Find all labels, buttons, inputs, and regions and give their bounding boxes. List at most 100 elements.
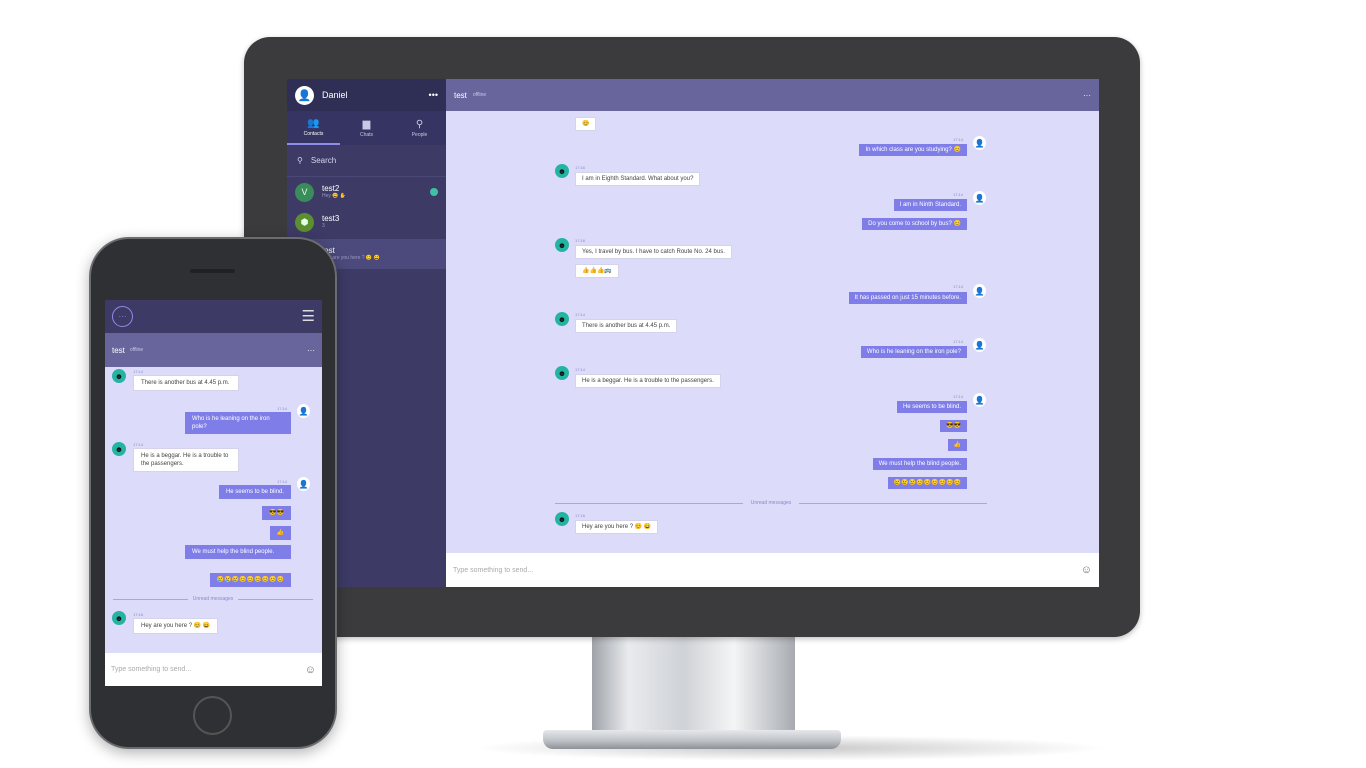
- emoji-icon[interactable]: ☺: [1081, 564, 1092, 576]
- chat-panel: test offline ··· 😊 17:14 👤 In which clas…: [446, 79, 1099, 587]
- message: He seems to be blind.: [218, 485, 291, 500]
- avatar: ☻: [555, 512, 569, 526]
- chat-header: test offline ···: [446, 79, 1099, 111]
- contact-item-test3[interactable]: ⬢ test3 3: [287, 207, 446, 237]
- message: We must help the blind people.: [872, 458, 967, 470]
- message-time: 17:14: [953, 394, 964, 399]
- mobile-message-input[interactable]: Type something to send... ☺: [105, 653, 322, 686]
- avatar: ☻: [112, 369, 126, 383]
- user-name: Daniel: [322, 90, 348, 100]
- contact-preview: Hey 😄 ✋: [322, 192, 347, 199]
- more-horizontal-icon[interactable]: •••: [429, 90, 438, 100]
- message-input[interactable]: Type something to send... ☺: [446, 553, 1099, 587]
- unread-label: Unread messages: [750, 500, 792, 506]
- avatar: 👤: [973, 338, 986, 352]
- message-text: Hey are you here ? 😊 😄: [575, 520, 659, 534]
- message: Do you come to school by bus? 😊: [862, 218, 967, 230]
- contact-item-test2[interactable]: V test2 Hey 😄 ✋: [287, 177, 446, 207]
- chat-contact-name: test: [454, 90, 467, 100]
- message-text: I am in Ninth Standard.: [893, 199, 967, 211]
- message-text: He seems to be blind.: [218, 485, 291, 500]
- message-text: Hey are you here ? 😊 😄: [133, 618, 219, 635]
- message: 😊: [575, 117, 597, 131]
- unread-divider: Unread messages: [555, 500, 988, 506]
- avatar: 👤: [973, 136, 986, 150]
- message-time: 17:14: [277, 406, 288, 411]
- message: Hey are you here ? 😊 😄: [133, 618, 219, 635]
- input-placeholder: Type something to send...: [111, 666, 192, 673]
- message: Hey are you here ? 😊 😄: [575, 520, 659, 534]
- user-avatar[interactable]: 👤: [295, 85, 314, 105]
- message: Yes, I travel by bus. I have to catch Ro…: [575, 245, 732, 259]
- message: 😎😎: [262, 506, 291, 521]
- message-text: We must help the blind people.: [872, 458, 967, 470]
- unread-label: Unread messages: [192, 596, 234, 602]
- message-text: 😎😎: [940, 420, 967, 432]
- avatar: 👤: [297, 477, 310, 491]
- chat-bubble-icon: ▆: [362, 118, 371, 130]
- message-time: 17:14: [953, 192, 964, 197]
- input-placeholder: Type something to send...: [453, 566, 534, 574]
- message-text: Do you come to school by bus? 😊: [862, 218, 967, 230]
- tab-contacts[interactable]: 👥 Contacts: [287, 111, 340, 145]
- message-text: 👍👍👍🚌: [575, 264, 619, 278]
- message-text: He seems to be blind.: [896, 401, 967, 413]
- online-indicator: [430, 188, 438, 196]
- more-horizontal-icon[interactable]: ···: [307, 346, 315, 355]
- tab-chats[interactable]: ▆ Chats: [340, 111, 393, 145]
- phone-home-button[interactable]: [193, 696, 232, 735]
- app-logo-icon: ···: [112, 306, 133, 327]
- search-placeholder: Search: [310, 156, 337, 165]
- sidebar-header: 👤 Daniel •••: [287, 79, 446, 111]
- message: We must help the blind people.: [185, 545, 291, 560]
- tab-label: People: [411, 131, 428, 138]
- contacts-icon: 👥: [307, 117, 320, 129]
- mobile-chat-header: test offline ···: [105, 333, 322, 367]
- hamburger-menu-icon[interactable]: ☰: [302, 309, 315, 324]
- message: 👍: [269, 526, 291, 541]
- message-time: 17:14: [575, 312, 586, 317]
- mobile-topbar: ··· ☰: [105, 300, 322, 333]
- status-badge: offline: [472, 92, 487, 98]
- message: 😢😢😢😊😊😊😊😊😊: [887, 477, 967, 489]
- message-text: Who is he leaning on the iron pole?: [860, 346, 967, 358]
- tab-people[interactable]: ⚲ People: [393, 111, 446, 145]
- avatar: 👤: [973, 284, 986, 298]
- message-text: 😢😢😢😊😊😊😊😊😊: [887, 477, 967, 489]
- message: 👍: [947, 439, 967, 451]
- message-time: 17:14: [953, 137, 964, 142]
- message-text: There is another bus at 4.45 p.m.: [133, 375, 239, 392]
- status-badge: offline: [129, 347, 144, 353]
- emoji-icon[interactable]: ☺: [305, 664, 316, 676]
- tab-label: Chats: [359, 131, 374, 138]
- message: He is a beggar. He is a trouble to the p…: [575, 374, 721, 388]
- message-text: Yes, I travel by bus. I have to catch Ro…: [575, 245, 732, 259]
- contact-avatar: V: [295, 182, 314, 202]
- message-time: 17:16: [575, 513, 586, 518]
- message-time: 17:14: [953, 339, 964, 344]
- avatar: ☻: [112, 611, 126, 625]
- message-time: 17:14: [133, 442, 144, 447]
- message-text: I am in Eighth Standard. What about you?: [575, 172, 701, 186]
- message-time: 17:16: [133, 612, 144, 617]
- message: It has passed on just 15 minutes before.: [848, 292, 967, 304]
- avatar: 👤: [297, 404, 310, 418]
- more-horizontal-icon[interactable]: ···: [1083, 91, 1091, 100]
- message-text: We must help the blind people.: [185, 545, 291, 560]
- message-list[interactable]: 😊 17:14 👤 In which class are you studyin…: [446, 111, 1099, 553]
- monitor-stand-base: [543, 730, 841, 749]
- chat-contact-name: test: [112, 345, 125, 355]
- message: I am in Ninth Standard.: [893, 199, 967, 211]
- phone-speaker: [190, 269, 235, 273]
- desktop-chat-app: 👤 Daniel ••• 👥 Contacts ▆ Chats ⚲ People: [287, 79, 1099, 587]
- message-text: 👍: [269, 526, 291, 541]
- search-input[interactable]: ⚲ Search: [287, 145, 446, 177]
- avatar: ☻: [112, 442, 126, 456]
- message: Who is he leaning on the iron pole?: [185, 412, 291, 435]
- tab-label: Contacts: [303, 130, 324, 137]
- avatar: ☻: [555, 366, 569, 380]
- mobile-message-list[interactable]: ☻ 17:14 There is another bus at 4.45 p.m…: [105, 367, 322, 653]
- contact-preview: 3: [322, 222, 325, 229]
- message: There is another bus at 4.45 p.m.: [133, 375, 239, 392]
- message-text: In which class are you studying? 😊: [859, 144, 967, 156]
